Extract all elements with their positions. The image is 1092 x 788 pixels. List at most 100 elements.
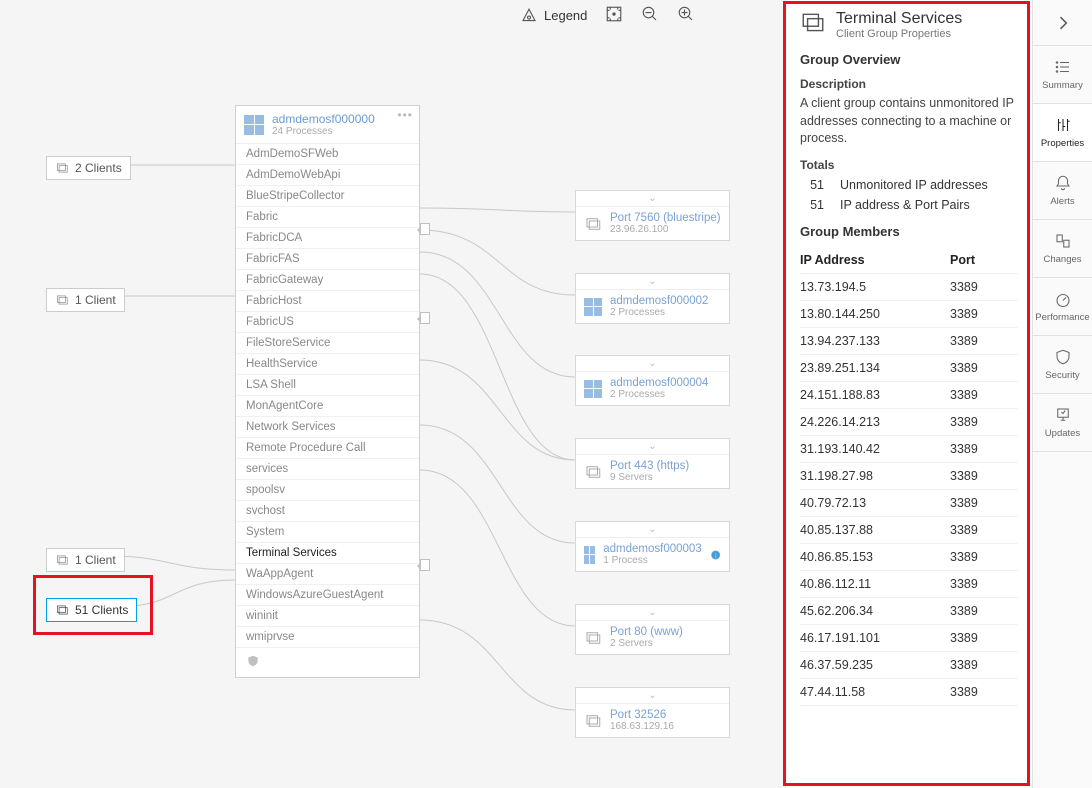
machine-title: admdemosf000000 (272, 112, 375, 126)
tab-summary[interactable]: Summary (1033, 46, 1092, 104)
process-item[interactable]: FabricUS (236, 312, 419, 333)
dependency-node[interactable]: ⌄admdemosf0000042 Processes (575, 355, 730, 406)
zoom-out-icon (641, 5, 659, 23)
table-row[interactable]: 45.62.206.343389 (800, 598, 1018, 625)
process-item[interactable]: WindowsAzureGuestAgent (236, 585, 419, 606)
members-table: IP Address Port 13.73.194.5338913.80.144… (800, 247, 1018, 706)
table-row[interactable]: 23.89.251.1343389 (800, 355, 1018, 382)
process-item[interactable]: AdmDemoSFWeb (236, 144, 419, 165)
dependency-row[interactable]: Port 443 (https)9 Servers (576, 455, 729, 488)
client-badge-2[interactable]: 2 Clients (46, 156, 131, 180)
dependency-node[interactable]: ⌄Port 80 (www)2 Servers (575, 604, 730, 655)
dependency-row[interactable]: Port 32526168.63.129.16 (576, 704, 729, 737)
server-icon (584, 215, 602, 233)
dependency-node[interactable]: ⌄admdemosf0000031 Processi (575, 521, 730, 572)
dependency-row[interactable]: admdemosf0000031 Processi (576, 538, 729, 571)
table-row[interactable]: 40.86.85.1533389 (800, 544, 1018, 571)
more-icon[interactable]: ••• (397, 108, 413, 122)
table-row[interactable]: 31.193.140.423389 (800, 436, 1018, 463)
process-item[interactable]: System (236, 522, 419, 543)
cell-ip: 13.73.194.5 (800, 280, 950, 294)
table-row[interactable]: 46.17.191.1013389 (800, 625, 1018, 652)
process-item[interactable]: Fabric (236, 207, 419, 228)
dependency-node[interactable]: ⌄Port 443 (https)9 Servers (575, 438, 730, 489)
zoom-out-button[interactable] (641, 5, 659, 26)
collapse-button[interactable] (1033, 0, 1092, 46)
table-row[interactable]: 40.85.137.883389 (800, 517, 1018, 544)
process-item[interactable]: FabricHost (236, 291, 419, 312)
process-item[interactable]: FileStoreService (236, 333, 419, 354)
process-item[interactable]: services (236, 459, 419, 480)
tab-alerts[interactable]: Alerts (1033, 162, 1092, 220)
dependency-row[interactable]: Port 7560 (bluestripe)23.96.26.100 (576, 207, 729, 240)
process-item[interactable]: wininit (236, 606, 419, 627)
process-item[interactable]: svchost (236, 501, 419, 522)
machine-node-header[interactable]: admdemosf000000 24 Processes ••• (236, 106, 419, 144)
client-badge-51[interactable]: 51 Clients (46, 598, 137, 622)
process-item[interactable]: Terminal Services (236, 543, 419, 564)
tab-properties[interactable]: Properties (1033, 104, 1092, 162)
process-item[interactable]: FabricGateway (236, 270, 419, 291)
process-item[interactable]: Network Services (236, 417, 419, 438)
process-item[interactable]: Remote Procedure Call (236, 438, 419, 459)
table-row[interactable]: 24.226.14.2133389 (800, 409, 1018, 436)
fit-to-screen-button[interactable] (605, 5, 623, 26)
legend-button[interactable]: Legend (520, 7, 587, 25)
table-row[interactable]: 24.151.188.833389 (800, 382, 1018, 409)
dependency-map-canvas[interactable]: Legend 2 Clients 1 Client (0, 0, 785, 788)
process-item[interactable]: spoolsv (236, 480, 419, 501)
description-text: A client group contains unmonitored IP a… (800, 95, 1018, 148)
summary-icon (1054, 58, 1072, 76)
machine-node[interactable]: admdemosf000000 24 Processes ••• AdmDemo… (235, 105, 420, 678)
process-item[interactable]: MonAgentCore (236, 396, 419, 417)
chevron-down-icon[interactable]: ⌄ (576, 605, 729, 621)
info-icon[interactable]: i (710, 546, 721, 564)
totals-row: 51IP address & Port Pairs (800, 198, 1018, 212)
chevron-down-icon[interactable]: ⌄ (576, 522, 729, 538)
client-badge-1a[interactable]: 1 Client (46, 288, 125, 312)
dependency-node[interactable]: ⌄admdemosf0000022 Processes (575, 273, 730, 324)
client-badge-1b[interactable]: 1 Client (46, 548, 125, 572)
tab-label: Alerts (1050, 196, 1074, 207)
table-row[interactable]: 13.80.144.2503389 (800, 301, 1018, 328)
chevron-right-icon (1053, 13, 1073, 33)
dependency-node[interactable]: ⌄Port 32526168.63.129.16 (575, 687, 730, 738)
chevron-down-icon[interactable]: ⌄ (576, 191, 729, 207)
dependency-row[interactable]: Port 80 (www)2 Servers (576, 621, 729, 654)
port-marker (420, 559, 430, 571)
table-row[interactable]: 40.79.72.133389 (800, 490, 1018, 517)
zoom-in-button[interactable] (677, 5, 695, 26)
chevron-down-icon[interactable]: ⌄ (576, 688, 729, 704)
process-item[interactable]: AdmDemoWebApi (236, 165, 419, 186)
server-icon (584, 463, 602, 481)
process-item[interactable]: WaAppAgent (236, 564, 419, 585)
table-row[interactable]: 13.94.237.1333389 (800, 328, 1018, 355)
table-row[interactable]: 31.198.27.983389 (800, 463, 1018, 490)
tab-changes[interactable]: Changes (1033, 220, 1092, 278)
cell-port: 3389 (950, 280, 1018, 294)
dependency-node[interactable]: ⌄Port 7560 (bluestripe)23.96.26.100 (575, 190, 730, 241)
panel-title: Terminal Services (836, 10, 962, 28)
dependency-row[interactable]: admdemosf0000022 Processes (576, 290, 729, 323)
dep-subtitle: 168.63.129.16 (610, 721, 674, 732)
table-row[interactable]: 47.44.11.583389 (800, 679, 1018, 706)
tab-updates[interactable]: Updates (1033, 394, 1092, 452)
process-item[interactable]: FabricDCA (236, 228, 419, 249)
tab-performance[interactable]: Performance (1033, 278, 1092, 336)
chevron-down-icon[interactable]: ⌄ (576, 439, 729, 455)
chevron-down-icon[interactable]: ⌄ (576, 356, 729, 372)
table-row[interactable]: 13.73.194.53389 (800, 274, 1018, 301)
cell-port: 3389 (950, 685, 1018, 699)
tab-security[interactable]: Security (1033, 336, 1092, 394)
process-item[interactable]: FabricFAS (236, 249, 419, 270)
process-item[interactable]: BlueStripeCollector (236, 186, 419, 207)
process-item[interactable]: LSA Shell (236, 375, 419, 396)
table-row[interactable]: 40.86.112.113389 (800, 571, 1018, 598)
table-row[interactable]: 46.37.59.2353389 (800, 652, 1018, 679)
tab-label: Performance (1035, 312, 1089, 323)
dependency-row[interactable]: admdemosf0000042 Processes (576, 372, 729, 405)
cell-port: 3389 (950, 550, 1018, 564)
process-item[interactable]: wmiprvse (236, 627, 419, 648)
process-item[interactable]: HealthService (236, 354, 419, 375)
chevron-down-icon[interactable]: ⌄ (576, 274, 729, 290)
